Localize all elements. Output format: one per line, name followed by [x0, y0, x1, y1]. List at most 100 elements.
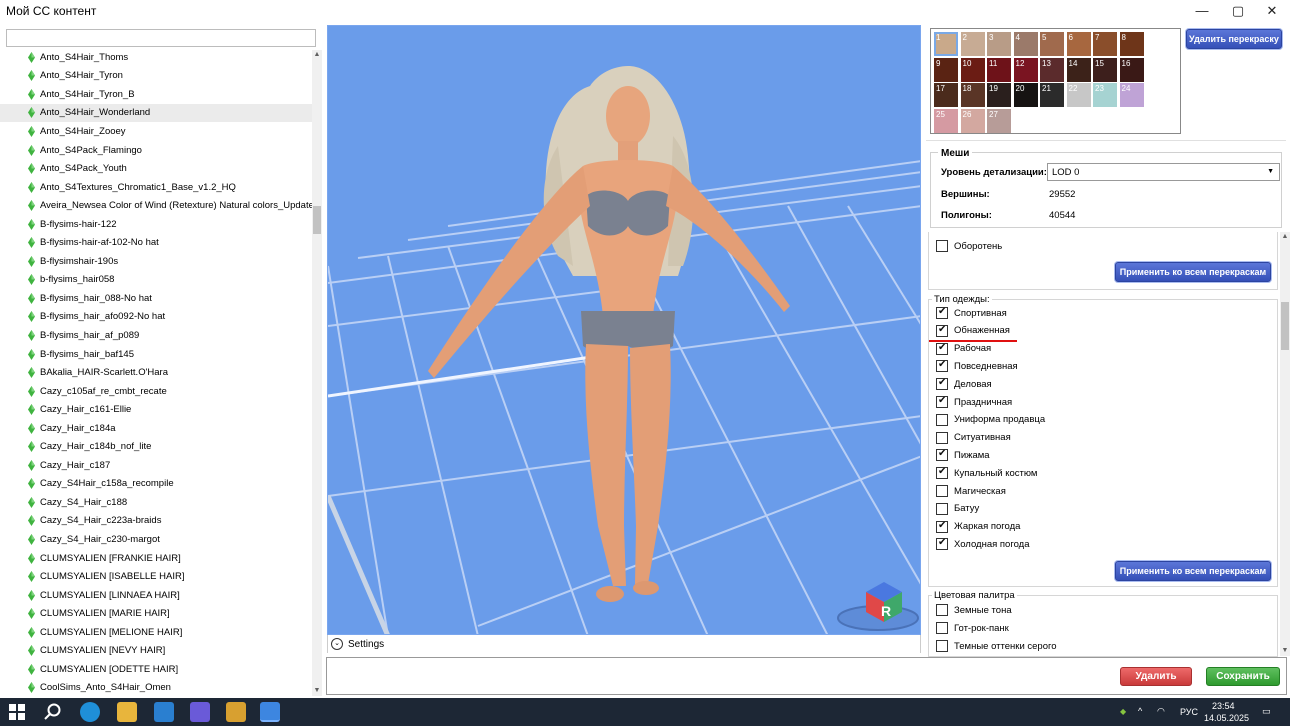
checkbox[interactable] — [936, 485, 948, 497]
list-item[interactable]: Cazy_S4_Hair_c188 — [0, 493, 312, 512]
color-swatch[interactable]: 7 — [1093, 32, 1117, 56]
apply-all-button-2[interactable]: Применить ко всем перекраскам — [1115, 561, 1271, 581]
checkbox-row[interactable]: Спортивная — [936, 306, 1007, 319]
color-swatch[interactable]: 23 — [1093, 83, 1117, 107]
color-swatch[interactable]: 9 — [934, 57, 958, 82]
checkbox-row[interactable]: Униформа продавца — [936, 413, 1045, 426]
checkbox-row[interactable]: Земные тона — [936, 604, 1012, 616]
color-swatch[interactable]: 4 — [1013, 32, 1038, 56]
list-item[interactable]: Cazy_Hair_c187 — [0, 456, 312, 475]
list-scrollbar[interactable]: ▲ ▼ — [312, 50, 322, 696]
checkbox-checked[interactable] — [936, 324, 948, 337]
file-explorer-icon[interactable] — [117, 702, 137, 722]
delete-recolor-button[interactable]: Удалить перекраску — [1186, 29, 1282, 49]
list-item[interactable]: B-flysims_hair_088-No hat — [0, 289, 312, 308]
color-swatch[interactable]: 25 — [934, 108, 958, 133]
windows-start-icon[interactable] — [9, 704, 25, 720]
checkbox-checked[interactable] — [936, 342, 948, 355]
checkbox-row[interactable]: Рабочая — [936, 342, 991, 355]
list-item[interactable]: CoolSims_Anto_S4Hair_Omen — [0, 679, 312, 694]
checkbox-row[interactable]: Обнаженная — [936, 324, 1010, 337]
3d-viewport[interactable]: R — [327, 25, 921, 635]
edge-browser-icon[interactable] — [80, 702, 100, 722]
checkbox-checked[interactable] — [936, 359, 948, 373]
scroll-up-icon[interactable]: ▲ — [1280, 232, 1290, 242]
scroll-thumb[interactable] — [1281, 302, 1289, 350]
checkbox-row[interactable]: Магическая — [936, 485, 1006, 497]
lock-app-icon[interactable] — [226, 702, 246, 722]
checkbox-checked[interactable] — [936, 520, 948, 533]
list-item[interactable]: CLUMSYALIEN [ISABELLE HAIR] — [0, 567, 312, 586]
color-swatch[interactable]: 27 — [987, 108, 1011, 133]
color-swatch[interactable]: 13 — [1040, 57, 1064, 82]
delete-button[interactable]: Удалить — [1120, 667, 1192, 686]
list-item[interactable]: Cazy_Hair_c184b_nof_lite — [0, 437, 312, 456]
list-item[interactable]: CLUMSYALIEN [ODETTE HAIR] — [0, 660, 312, 679]
list-item[interactable]: Anto_S4Hair_Zooey — [0, 122, 312, 141]
lod-select[interactable]: LOD 0 ▼ — [1047, 163, 1280, 181]
color-swatch[interactable]: 11 — [987, 57, 1011, 82]
maximize-button[interactable]: ▢ — [1220, 0, 1256, 22]
list-item[interactable]: B-flysimshair-190s — [0, 252, 312, 271]
wifi-icon[interactable]: ◠ — [1157, 706, 1165, 717]
chevron-down-icon[interactable]: ⌄ — [331, 638, 343, 650]
checkbox[interactable] — [936, 640, 948, 652]
checkbox-row[interactable]: Купальный костюм — [936, 466, 1037, 480]
color-swatch[interactable]: 10 — [960, 57, 985, 82]
checkbox-row[interactable]: Холодная погода — [936, 537, 1029, 551]
color-swatch[interactable]: 24 — [1119, 83, 1144, 107]
color-swatch[interactable]: 17 — [934, 83, 958, 107]
color-swatch[interactable]: 21 — [1040, 83, 1064, 107]
list-item[interactable]: B-flysims-hair-af-102-No hat — [0, 233, 312, 252]
list-item[interactable]: CLUMSYALIEN [MARIE HAIR] — [0, 604, 312, 623]
save-disk-icon[interactable] — [190, 702, 210, 722]
list-item[interactable]: b-flysims_hair058 — [0, 271, 312, 290]
checkbox-checked[interactable] — [936, 448, 948, 462]
nvidia-tray-icon[interactable]: ◆ — [1120, 707, 1126, 716]
color-swatch[interactable]: 3 — [987, 32, 1011, 56]
close-button[interactable]: ✕ — [1254, 0, 1290, 22]
checkbox-row[interactable]: Темные оттенки серого — [936, 640, 1057, 652]
color-swatch[interactable]: 6 — [1066, 32, 1091, 56]
clock-time[interactable]: 23:54 — [1212, 701, 1235, 711]
view-gizmo[interactable]: R — [837, 582, 919, 631]
checkbox-checked[interactable] — [936, 466, 948, 480]
werewolf-row[interactable]: Оборотень — [936, 240, 1002, 252]
store-icon[interactable] — [154, 702, 174, 722]
checkbox-row[interactable]: Повседневная — [936, 359, 1018, 373]
checkbox-row[interactable]: Батуу — [936, 502, 979, 515]
color-swatch[interactable]: 12 — [1013, 57, 1038, 82]
scroll-down-icon[interactable]: ▼ — [1280, 646, 1290, 656]
list-item[interactable]: Cazy_S4_Hair_c230-margot — [0, 530, 312, 549]
checkbox-row[interactable]: Гот-рок-панк — [936, 622, 1009, 634]
checkbox-row[interactable]: Жаркая погода — [936, 520, 1020, 533]
list-item[interactable]: Aveira_Newsea Color of Wind (Retexture) … — [0, 196, 312, 215]
color-swatch[interactable]: 18 — [960, 83, 985, 107]
properties-scrollbar[interactable]: ▲ ▼ — [1280, 232, 1290, 656]
color-swatch[interactable]: 15 — [1093, 57, 1117, 82]
list-item[interactable]: CLUMSYALIEN [FRANKIE HAIR] — [0, 549, 312, 568]
list-item[interactable]: BAkalia_HAIR-Scarlett.O'Hara — [0, 363, 312, 382]
checkbox[interactable] — [936, 604, 948, 616]
list-item[interactable]: Anto_S4Hair_Wonderland — [0, 103, 312, 123]
color-swatch[interactable]: 5 — [1040, 32, 1064, 56]
viewport-settings-toggle[interactable]: ⌄ Settings — [327, 635, 921, 653]
search-icon[interactable] — [44, 703, 62, 721]
list-item[interactable]: Anto_S4Pack_Youth — [0, 159, 312, 178]
color-swatch[interactable]: 20 — [1013, 83, 1038, 107]
list-item[interactable]: Cazy_Hair_c184a — [0, 419, 312, 438]
color-swatch[interactable]: 26 — [960, 108, 985, 133]
minimize-button[interactable]: — — [1184, 0, 1220, 22]
clock-date[interactable]: 14.05.2025 — [1204, 713, 1249, 723]
checkbox-row[interactable]: Пижама — [936, 448, 990, 462]
list-item[interactable]: CLUMSYALIEN [NEVY HAIR] — [0, 642, 312, 661]
keyboard-language[interactable]: РУС — [1180, 707, 1198, 717]
notification-icon[interactable]: ▭ — [1262, 706, 1271, 717]
list-item[interactable]: Anto_S4Textures_Chromatic1_Base_v1.2_HQ — [0, 178, 312, 197]
apply-all-button-1[interactable]: Применить ко всем перекраскам — [1115, 262, 1271, 282]
checkbox-row[interactable]: Праздничная — [936, 395, 1012, 408]
list-item[interactable]: Cazy_S4Hair_c158a_recompile — [0, 475, 312, 494]
color-swatch[interactable]: 16 — [1119, 57, 1144, 82]
list-item[interactable]: Anto_S4Hair_Thoms — [0, 48, 312, 67]
scroll-thumb[interactable] — [313, 206, 321, 234]
